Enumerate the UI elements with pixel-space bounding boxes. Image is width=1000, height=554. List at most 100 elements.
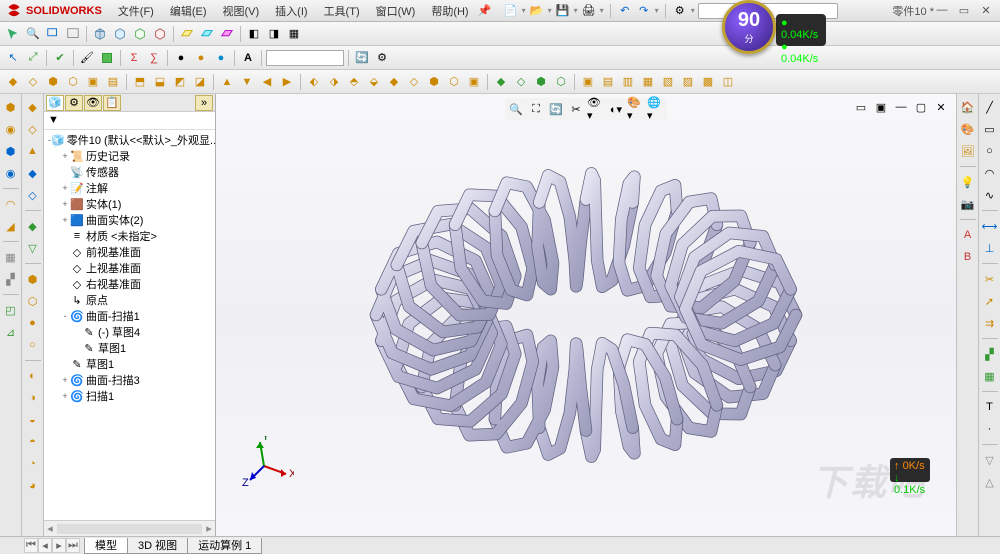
close-button[interactable]: ✕ [978,4,994,18]
tb2-ball1-icon[interactable]: ● [172,49,190,67]
tree-item[interactable]: ✎(-) 草图4 [44,324,215,340]
tb3-30-icon[interactable]: ▥ [619,73,637,91]
tb-cube4-icon[interactable] [151,25,169,43]
tb3-26-icon[interactable]: ⬢ [532,73,550,91]
rr1-b-icon[interactable]: B [959,248,977,266]
qat-options-icon[interactable]: ⚙ [672,3,688,19]
tb3-27-icon[interactable]: ⬡ [552,73,570,91]
tb3-16-icon[interactable]: ⬗ [325,73,343,91]
rr2-trim-icon[interactable]: ✂ [981,270,999,288]
tree-item[interactable]: +🌀扫描1 [44,388,215,404]
tb-plane-icon[interactable] [178,25,196,43]
tb-mode2-icon[interactable]: ◨ [265,25,283,43]
lr2-3-icon[interactable]: ▲ [24,142,42,160]
tb3-24-icon[interactable]: ◆ [492,73,510,91]
tree-item[interactable]: +📜历史记录 [44,148,215,164]
tb3-3-icon[interactable]: ⬢ [44,73,62,91]
tb3-5-icon[interactable]: ▣ [84,73,102,91]
qat-open-icon[interactable]: 📂 [529,3,545,19]
tb-cube1-icon[interactable] [91,25,109,43]
tb3-31-icon[interactable]: ▦ [639,73,657,91]
tree-item[interactable]: ≡材质 <未指定> [44,228,215,244]
menu-insert[interactable]: 插入(I) [267,1,315,21]
menu-tools[interactable]: 工具(T) [316,1,368,21]
lr2-7-icon[interactable]: ▽ [24,239,42,257]
tree-tab-feature-icon[interactable]: 🧊 [46,95,64,111]
lr2-4-icon[interactable]: ◆ [24,164,42,182]
tree-tab-prop-icon[interactable]: 📋 [103,95,121,111]
rr2-more2-icon[interactable]: △ [981,473,999,491]
menu-help[interactable]: 帮助(H) [423,1,476,21]
menu-view[interactable]: 视图(V) [215,1,268,21]
restore-button[interactable]: ▭ [956,4,972,18]
rr2-more1-icon[interactable]: ▽ [981,451,999,469]
tree-tab-config-icon[interactable]: ⚙ [65,95,83,111]
rr2-circle-icon[interactable]: ○ [981,142,999,160]
rr1-cam-icon[interactable]: 📷 [959,195,977,213]
tb3-18-icon[interactable]: ⬙ [365,73,383,91]
tb3-8-icon[interactable]: ⬓ [151,73,169,91]
lr2-2-icon[interactable]: ◇ [24,120,42,138]
tree-item[interactable]: ✎草图1 [44,356,215,372]
menu-window[interactable]: 窗口(W) [368,1,424,21]
rr2-rect-icon[interactable]: ▭ [981,120,999,138]
menu-edit[interactable]: 编辑(E) [162,1,215,21]
tree-item[interactable]: ↳原点 [44,292,215,308]
lr2-12-icon[interactable]: ◐ [24,367,42,385]
tb3-4-icon[interactable]: ⬡ [64,73,82,91]
orientation-triad[interactable]: X Y Z [234,436,294,496]
tb3-35-icon[interactable]: ◫ [719,73,737,91]
tb2-paint-icon[interactable]: 🖌 [78,49,96,67]
tb-cube2-icon[interactable] [111,25,129,43]
qat-redo-icon[interactable]: ↷ [636,3,652,19]
qat-save-icon[interactable]: 💾 [555,3,571,19]
menu-file[interactable]: 文件(F) [110,1,162,21]
rr2-txt-icon[interactable]: T [981,398,999,416]
lr2-6-icon[interactable]: ◆ [24,217,42,235]
tb2-ball3-icon[interactable]: ● [212,49,230,67]
tb3-25-icon[interactable]: ◇ [512,73,530,91]
lr2-8-icon[interactable]: ⬢ [24,270,42,288]
lr2-14-icon[interactable]: ◒ [24,411,42,429]
tb2-text-icon[interactable]: A [239,49,257,67]
tb3-15-icon[interactable]: ⬖ [305,73,323,91]
lr2-13-icon[interactable]: ◑ [24,389,42,407]
lr2-11-icon[interactable]: ○ [24,336,42,354]
tb3-28-icon[interactable]: ▣ [579,73,597,91]
tb-zoomwin-icon[interactable] [44,25,62,43]
rr2-rel-icon[interactable]: ⊥ [981,239,999,257]
lr1-mirror-icon[interactable]: ▞ [2,270,20,288]
tree-item[interactable]: +🌀曲面-扫描3 [44,372,215,388]
tb3-20-icon[interactable]: ◇ [405,73,423,91]
tree-filter-icon[interactable]: ▼ [44,112,215,130]
lr2-10-icon[interactable]: ● [24,314,42,332]
tb3-11-icon[interactable]: ▲ [218,73,236,91]
tb3-12-icon[interactable]: ▼ [238,73,256,91]
tb2-color-icon[interactable] [98,49,116,67]
tree-item[interactable]: +📝注解 [44,180,215,196]
tb2-drag-icon[interactable]: ⤢ [24,49,42,67]
rr2-arc-icon[interactable]: ◠ [981,164,999,182]
tb3-2-icon[interactable]: ◇ [24,73,42,91]
tree-tab-display-icon[interactable]: 👁 [84,95,102,111]
tb2-eq2-icon[interactable]: ∑ [145,49,163,67]
tb3-7-icon[interactable]: ⬒ [131,73,149,91]
performance-score-badge[interactable]: 90 分 [722,0,776,54]
lr2-17-icon[interactable]: ◕ [24,477,42,495]
rr2-line-icon[interactable]: ╱ [981,98,999,116]
rr2-pat-icon[interactable]: ▦ [981,367,999,385]
lr1-extrude-icon[interactable]: ⬢ [2,98,20,116]
lr1-fillet-icon[interactable]: ◠ [2,195,20,213]
tb3-21-icon[interactable]: ⬢ [425,73,443,91]
rr1-appear-icon[interactable]: 🎨 [959,120,977,138]
lr1-cut-icon[interactable]: ⬢ [2,142,20,160]
tb3-10-icon[interactable]: ◪ [191,73,209,91]
tb3-32-icon[interactable]: ▧ [659,73,677,91]
tb-cube3-icon[interactable] [131,25,149,43]
lr2-5-icon[interactable]: ◇ [24,186,42,204]
bottom-tab-motion[interactable]: 运动算例 1 [187,538,262,554]
qat-new-icon[interactable]: 📄 [503,3,519,19]
rr2-dim-icon[interactable]: ⟷ [981,217,999,235]
tb-mode3-icon[interactable]: ▦ [285,25,303,43]
minimize-button[interactable]: — [934,4,950,18]
